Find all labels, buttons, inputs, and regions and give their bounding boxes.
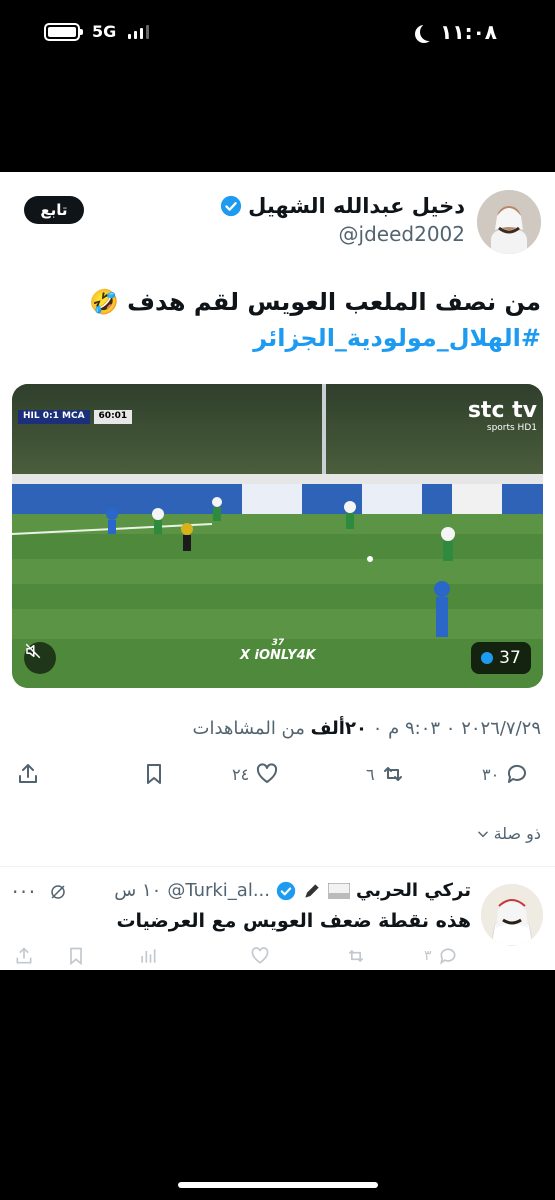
verified-badge-icon [276, 881, 296, 900]
network-label: 5G [92, 22, 117, 41]
views-count: ٢٠ألف [310, 718, 367, 739]
reply-count: ٣٠ [482, 764, 500, 784]
tweet-video[interactable]: HIL 0:1 MCA 60:01 stc tv sports HD1 37 X… [12, 384, 543, 688]
grok-icon[interactable] [49, 883, 67, 901]
speaker-muted-icon [25, 643, 41, 659]
share-icon [19, 764, 37, 783]
reply-retweet-button[interactable] [346, 946, 366, 966]
status-bar: 5G ١١:٠٨ [0, 0, 555, 70]
reply-header: تركي الحربي @Turki_al... ١٠ س [114, 880, 471, 901]
home-indicator[interactable] [178, 1182, 378, 1188]
reply-reply-count: ٣ [424, 948, 432, 964]
do-not-disturb-icon [420, 23, 438, 41]
pen-icon [305, 883, 319, 898]
comment-icon [508, 764, 527, 783]
battery-icon [44, 22, 83, 41]
heart-icon [251, 947, 269, 964]
reply-reply-button[interactable]: ٣ [424, 946, 458, 966]
scoreboard-teams: HIL 0:1 MCA [18, 410, 90, 424]
divider [0, 866, 555, 867]
reply-tweet[interactable]: تركي الحربي @Turki_al... ١٠ س ··· هذه نق… [0, 872, 555, 970]
tweet-text: من نصف الملعب العويس لقم هدف 🤣 #الهلال_م… [14, 284, 541, 356]
retweet-button[interactable]: ٦ [366, 762, 405, 786]
like-button[interactable]: ٢٤ [232, 762, 279, 786]
retweet-icon [383, 767, 402, 781]
tweet-card: دخيل عبدالله الشهيل @jdeed2002 تابع من ن… [0, 172, 555, 970]
tweet-meta: ٢٠٢٦/٧/٢٩ ٠ ٩:٠٣ م ٠ ٢٠ألف من المشاهدات [14, 718, 542, 739]
share-icon [16, 947, 32, 964]
dot-icon [481, 652, 494, 664]
signal-icon [128, 24, 150, 39]
tweet-text-line: من نصف الملعب العويس لقم هدف 🤣 [88, 288, 541, 316]
reply-button[interactable]: ٣٠ [482, 762, 529, 786]
reply-text: هذه نقطة ضعف العويس مع العرضيات [116, 910, 471, 932]
reply-bookmark-button[interactable] [66, 946, 86, 966]
heart-icon [257, 763, 278, 783]
reply-display-name[interactable]: تركي الحربي [356, 880, 471, 901]
retweet-icon [348, 949, 364, 963]
reply-actions: ٣ [0, 946, 555, 970]
retweet-count: ٦ [366, 764, 375, 784]
author-avatar[interactable] [477, 190, 541, 254]
scoreboard-clock: 60:01 [93, 410, 133, 424]
reply-views-button[interactable] [138, 946, 158, 966]
follow-button[interactable]: تابع [24, 196, 84, 224]
flag-icon [328, 882, 351, 899]
reply-handle[interactable]: @Turki_al... [167, 880, 270, 901]
bookmark-button[interactable] [142, 762, 166, 786]
author-display-name[interactable]: دخيل عبدالله الشهيل [248, 194, 465, 218]
bookmark-icon [147, 764, 161, 784]
chevron-down-icon [477, 831, 488, 837]
hashtag-link[interactable]: #الهلال_مولودية_الجزائر [14, 320, 541, 356]
reply-like-button[interactable] [250, 946, 270, 966]
share-button[interactable] [16, 762, 40, 786]
author-handle[interactable]: @jdeed2002 [220, 222, 465, 246]
media-count-badge: 37 [471, 642, 531, 674]
verified-badge-icon [220, 195, 242, 217]
like-count: ٢٤ [232, 764, 250, 784]
tweet-actions: ٢٤ ٦ ٣٠ [0, 762, 555, 798]
reply-author-avatar[interactable] [481, 884, 543, 946]
mute-button[interactable] [24, 642, 56, 674]
related-link[interactable]: ذو صلة [476, 824, 541, 843]
comment-icon [439, 948, 456, 965]
more-options-icon[interactable]: ··· [12, 880, 37, 904]
tweet-timestamp[interactable]: ٢٠٢٦/٧/٢٩ ٠ ٩:٠٣ م ٠ [367, 718, 541, 739]
reply-menu: ··· [12, 880, 67, 904]
video-watermark: 37 X iONLY4K [240, 638, 316, 663]
clock: ١١:٠٨ [440, 20, 497, 44]
bookmark-icon [70, 947, 82, 966]
related-label: ذو صلة [493, 824, 541, 843]
broadcaster-logo: stc tv sports HD1 [467, 398, 537, 433]
views-label: من المشاهدات [192, 718, 311, 739]
views-icon [141, 949, 156, 963]
scoreboard: HIL 0:1 MCA 60:01 [18, 410, 133, 424]
reply-time: ١٠ س [114, 880, 162, 901]
tweet-header: دخيل عبدالله الشهيل @jdeed2002 تابع [14, 190, 541, 256]
reply-share-button[interactable] [14, 946, 34, 966]
